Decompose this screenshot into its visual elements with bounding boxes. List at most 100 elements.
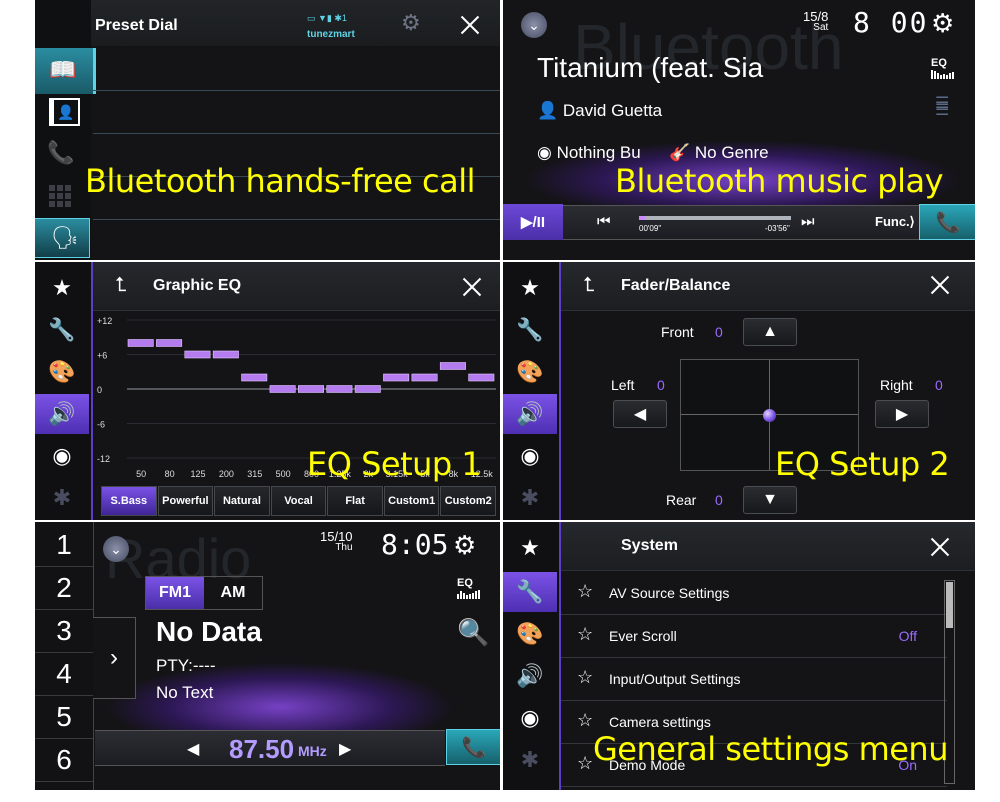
close-button[interactable] — [461, 276, 483, 298]
back-button[interactable]: ⮤ — [583, 274, 595, 297]
eq-band-slider[interactable] — [298, 385, 324, 393]
func-button[interactable]: Func.⟩ — [875, 214, 915, 230]
favorite-star-icon[interactable]: ☆ — [577, 581, 593, 602]
tune-down-button[interactable]: ◀ — [187, 739, 199, 759]
eq-band-slider[interactable] — [468, 373, 495, 382]
preset-button[interactable]: 2 — [35, 567, 93, 610]
play-pause-button[interactable]: ▶/II — [503, 204, 563, 240]
band-am-button[interactable]: AM — [204, 577, 262, 609]
eq-band-slider[interactable] — [354, 385, 381, 393]
favorite-star-icon[interactable]: ☆ — [577, 667, 593, 688]
voice-recognition-button[interactable]: 🗣 — [35, 218, 90, 258]
sidebar-item-audio[interactable]: 🔊 — [503, 394, 557, 434]
settings-gear-icon[interactable]: ⚙ — [931, 10, 954, 36]
preset-button[interactable]: 5 — [35, 696, 93, 739]
phone-button[interactable]: 📞 — [446, 729, 500, 765]
sidebar-item-system[interactable]: 🔧 — [503, 310, 557, 350]
list-menu-icon[interactable]: ☰ ☰ — [935, 96, 949, 119]
contacts-icon[interactable]: 👤 — [49, 98, 80, 126]
favorite-star-icon[interactable]: ☆ — [577, 753, 593, 774]
sidebar-item-audio[interactable]: 🔊 — [35, 394, 89, 434]
sidebar-item-favorites[interactable]: ★ — [35, 268, 89, 308]
eq-band-slider[interactable] — [241, 373, 268, 382]
eq-chart[interactable]: +12 +6 0 -6 -12 50 80 125 200 315 500 800 1.25k 2k 3.1… — [93, 312, 500, 482]
sidebar-item-theme[interactable]: 🎨 — [35, 352, 89, 392]
eq-shortcut-icon[interactable]: EQ — [457, 578, 480, 599]
settings-list-item[interactable]: ☆ AV Source Settings — [561, 572, 947, 615]
eq-band-slider[interactable] — [411, 373, 438, 382]
eq-band-slider[interactable] — [127, 339, 154, 347]
eq-preset-button[interactable]: S.Bass — [101, 486, 157, 516]
phone-button[interactable]: 📞 — [919, 204, 975, 240]
close-button[interactable] — [929, 274, 951, 296]
favorite-star-icon[interactable]: ☆ — [577, 710, 593, 731]
eq-preset-button[interactable]: Vocal — [270, 486, 327, 516]
preset-row[interactable] — [93, 134, 500, 177]
fader-front-button[interactable]: ▲ — [743, 318, 797, 346]
preset-button[interactable]: 4 — [35, 653, 93, 696]
settings-gear-icon[interactable]: ⚙ — [453, 532, 476, 558]
eq-band-slider[interactable] — [383, 373, 410, 382]
preset-button[interactable]: 6 — [35, 739, 93, 782]
sidebar-item-favorites[interactable]: ★ — [503, 528, 557, 568]
sidebar-item-bluetooth[interactable]: ✱ — [503, 478, 557, 518]
sidebar-item-audio[interactable]: 🔊 — [503, 656, 557, 696]
eq-band-slider[interactable] — [269, 385, 296, 393]
search-icon[interactable]: 🔍 — [457, 617, 489, 648]
scrollbar-thumb[interactable] — [946, 582, 953, 628]
eq-preset-button[interactable]: Powerful — [157, 486, 214, 516]
balance-left-button[interactable]: ◀ — [613, 400, 667, 428]
sidebar-item-av[interactable]: ◉ — [35, 436, 89, 476]
sidebar-item-theme[interactable]: 🎨 — [503, 352, 557, 392]
previous-track-button[interactable]: ⏮ — [597, 213, 611, 230]
preset-row[interactable] — [93, 177, 500, 220]
preset-row[interactable] — [93, 48, 500, 91]
settings-list-item[interactable]: ☆ Camera settings — [561, 701, 947, 744]
preset-button[interactable]: 3 — [35, 610, 93, 653]
eq-preset-button[interactable]: Custom2 — [440, 486, 497, 516]
preset-row[interactable] — [93, 91, 500, 134]
eq-band-slider[interactable] — [326, 385, 353, 393]
close-button[interactable] — [459, 14, 481, 36]
balance-right-button[interactable]: ▶ — [875, 400, 929, 428]
settings-gear-icon[interactable]: ⚙ — [401, 12, 421, 34]
settings-list-item[interactable]: ☆ Demo Mode On — [561, 744, 947, 787]
expand-presets-button[interactable]: › — [93, 617, 136, 699]
preset-row[interactable] — [93, 220, 500, 260]
favorite-star-icon[interactable]: ☆ — [577, 624, 593, 645]
preset-button[interactable]: 1 — [35, 524, 93, 567]
sidebar-item-phonebook[interactable]: 📖 — [35, 48, 96, 94]
eq-band-slider[interactable] — [184, 350, 211, 359]
tune-up-button[interactable]: ▶ — [339, 739, 351, 759]
progress-bar[interactable] — [639, 216, 791, 220]
scrollbar[interactable] — [944, 580, 955, 784]
settings-list-item[interactable]: ☆ Input/Output Settings — [561, 658, 947, 701]
sidebar-item-system[interactable]: 🔧 — [35, 310, 89, 350]
eq-shortcut-icon[interactable]: EQ — [931, 58, 954, 79]
keypad-icon[interactable] — [49, 185, 71, 207]
sidebar-item-bluetooth[interactable]: ✱ — [35, 478, 89, 518]
next-track-button[interactable]: ⏭ — [801, 213, 815, 230]
sidebar-item-system[interactable]: 🔧 — [503, 572, 557, 612]
fader-balance-grid[interactable] — [680, 359, 859, 471]
close-button[interactable] — [929, 536, 951, 558]
sidebar-item-theme[interactable]: 🎨 — [503, 614, 557, 654]
eq-band-slider[interactable] — [439, 362, 466, 370]
eq-band-slider[interactable] — [156, 339, 183, 347]
chevron-down-icon[interactable]: ⌄ — [521, 12, 547, 38]
settings-list-item[interactable]: ☆ Ever Scroll Off — [561, 615, 947, 658]
eq-band-slider[interactable] — [212, 350, 239, 359]
sidebar-item-bluetooth[interactable]: ✱ — [503, 740, 557, 780]
back-button[interactable]: ⮤ — [115, 274, 127, 297]
sidebar-item-av[interactable]: ◉ — [503, 698, 557, 738]
eq-preset-button[interactable]: Custom1 — [383, 486, 440, 516]
chevron-down-icon[interactable]: ⌄ — [103, 536, 129, 562]
eq-preset-button[interactable]: Natural — [214, 486, 270, 516]
fader-rear-button[interactable]: ▼ — [743, 486, 797, 514]
sidebar-item-av[interactable]: ◉ — [503, 436, 557, 476]
band-fm1-button[interactable]: FM1 — [146, 577, 204, 609]
eq-preset-button[interactable]: Flat — [327, 486, 383, 516]
fader-balance-handle[interactable] — [763, 408, 776, 422]
call-history-icon[interactable]: 📞 — [47, 140, 74, 166]
sidebar-item-favorites[interactable]: ★ — [503, 268, 557, 308]
